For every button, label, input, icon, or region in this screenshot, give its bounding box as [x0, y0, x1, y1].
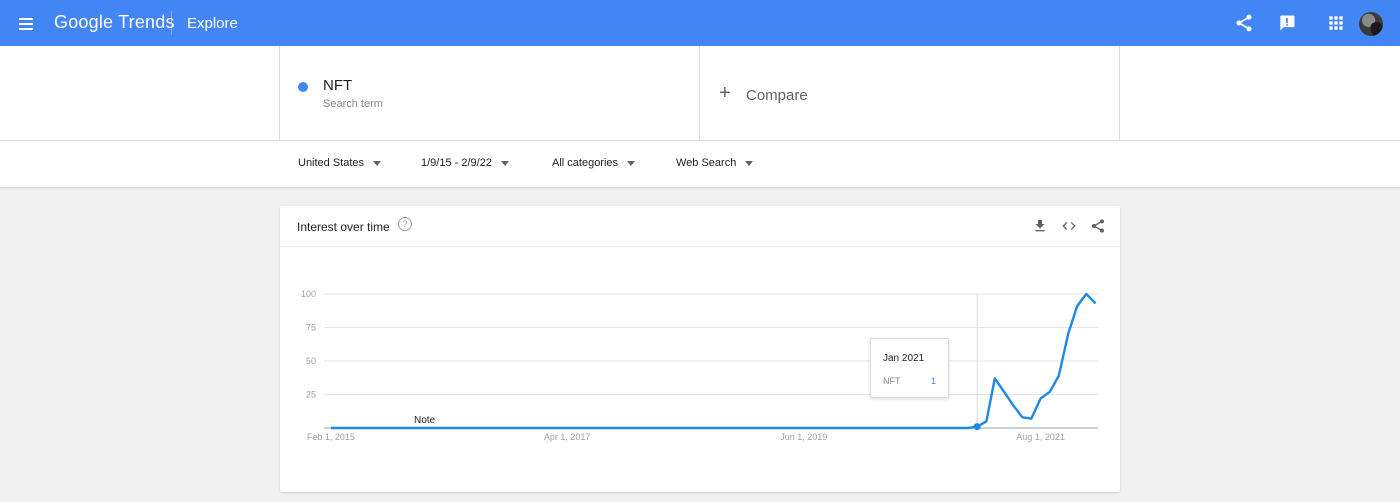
- y-tick-label: 50: [306, 356, 316, 366]
- search-term-card[interactable]: NFT Search term: [279, 46, 700, 141]
- search-term-band: NFT Search term + Compare: [0, 46, 1400, 141]
- y-tick-label: 100: [301, 289, 316, 299]
- chevron-down-icon: [500, 160, 509, 166]
- interest-over-time-card: Interest over time ? 100 75 50 25 Feb 1, 201…: [280, 206, 1120, 492]
- app-bar: Google Trends Explore: [0, 0, 1400, 46]
- search-term-label[interactable]: NFT: [323, 77, 352, 94]
- chevron-down-icon: [373, 160, 382, 166]
- share-icon[interactable]: [1234, 13, 1254, 33]
- tooltip-term: NFT: [883, 376, 901, 386]
- filter-bar: United States 1/9/15 - 2/9/22 All catego…: [0, 141, 1400, 188]
- menu-icon[interactable]: [14, 12, 38, 36]
- interest-chart[interactable]: 100 75 50 25 Feb 1, 2015 Apr 1, 2017 Jun 1, 20…: [280, 206, 1120, 492]
- x-tick-label: Jun 1, 2019: [780, 432, 827, 442]
- chevron-down-icon: [745, 160, 754, 166]
- brand-logo[interactable]: Google Trends: [54, 12, 175, 33]
- x-tick-label: Aug 1, 2021: [1016, 432, 1065, 442]
- account-avatar[interactable]: [1359, 12, 1383, 36]
- y-tick-label: 25: [306, 390, 316, 400]
- chart-annotation-note: Note: [414, 415, 436, 426]
- app-bar-divider: [171, 11, 172, 35]
- chart-tooltip: Jan 2021 NFT 1: [870, 338, 949, 398]
- date-range-value: 1/9/15 - 2/9/22: [421, 157, 492, 169]
- page-title: Explore: [187, 15, 238, 32]
- x-tick-label: Feb 1, 2015: [307, 432, 355, 442]
- feedback-icon[interactable]: [1277, 13, 1297, 33]
- region-value: United States: [298, 157, 365, 169]
- tooltip-date: Jan 2021: [883, 353, 925, 364]
- region-dropdown[interactable]: United States: [298, 157, 382, 169]
- term-color-dot: [298, 82, 308, 92]
- category-dropdown[interactable]: All categories: [552, 157, 636, 169]
- x-tick-label: Apr 1, 2017: [544, 432, 591, 442]
- y-tick-label: 75: [306, 323, 316, 333]
- search-property-value: Web Search: [676, 157, 737, 169]
- compare-button[interactable]: + Compare: [700, 46, 1120, 141]
- search-property-dropdown[interactable]: Web Search: [676, 157, 754, 169]
- tooltip-value: 1: [930, 376, 936, 386]
- compare-label: Compare: [746, 87, 808, 104]
- search-term-type: Search term: [323, 98, 383, 110]
- plus-icon: +: [719, 82, 731, 104]
- category-value: All categories: [552, 157, 619, 169]
- apps-grid-icon[interactable]: [1326, 13, 1346, 33]
- chevron-down-icon: [627, 160, 636, 166]
- date-range-dropdown[interactable]: 1/9/15 - 2/9/22: [421, 157, 509, 169]
- highlight-point: [973, 423, 981, 431]
